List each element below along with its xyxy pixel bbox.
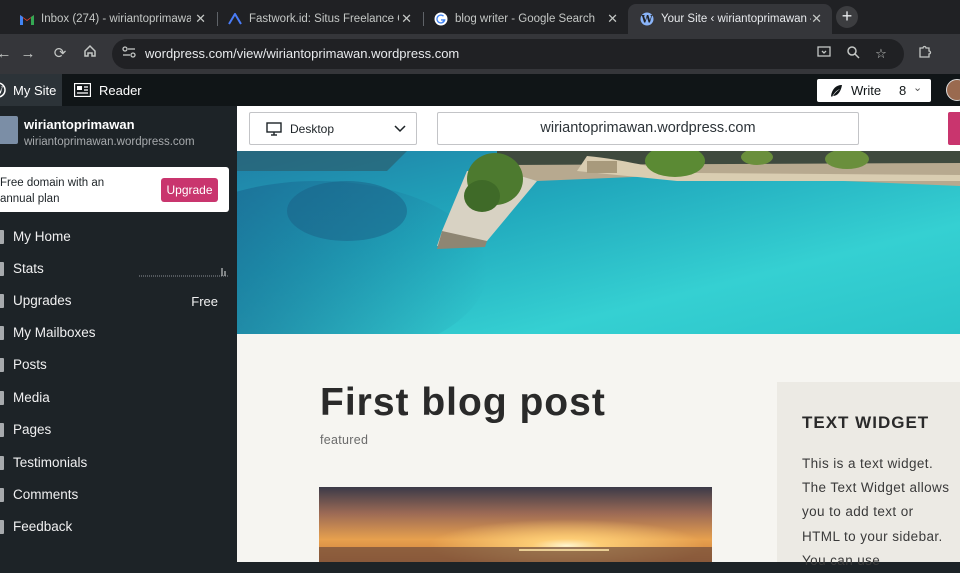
gmail-icon bbox=[20, 14, 34, 25]
install-app-icon[interactable] bbox=[815, 45, 833, 63]
sidebar-item-label: My Mailboxes bbox=[13, 325, 96, 340]
forward-icon[interactable]: → bbox=[18, 44, 38, 64]
sidebar-item-label: Posts bbox=[13, 357, 47, 372]
back-icon[interactable]: ← bbox=[0, 44, 14, 64]
new-tab-button[interactable]: + bbox=[836, 6, 858, 28]
sidebar-widget: TEXT WIDGET This is a text widget. The T… bbox=[777, 382, 960, 568]
site-icon[interactable] bbox=[0, 116, 18, 144]
bookmark-star-icon[interactable]: ☆ bbox=[872, 45, 890, 63]
chevron-down-icon bbox=[394, 125, 406, 133]
site-preview-content: First blog post featured TEXT WIDGET Thi… bbox=[237, 334, 960, 568]
stats-sparkline bbox=[139, 268, 229, 277]
sidebar-item-label: Media bbox=[13, 390, 50, 405]
tab-title: Fastwork.id: Situs Freelance Onl bbox=[249, 13, 399, 25]
widget-text: This is a text widget. The Text Widget a… bbox=[802, 456, 950, 568]
pages-icon bbox=[0, 423, 4, 437]
posts-icon bbox=[0, 358, 4, 372]
tab-title: Inbox (274) - wiriantoprimawan bbox=[41, 13, 191, 25]
chevron-down-icon[interactable]: ⌄ bbox=[913, 81, 922, 94]
sidebar-item-media[interactable]: Media bbox=[0, 382, 237, 414]
sidebar-item-my-home[interactable]: My Home bbox=[0, 221, 237, 253]
reader-label: Reader bbox=[99, 82, 142, 98]
sidebar-item-my-mailboxes[interactable]: My Mailboxes bbox=[0, 317, 237, 349]
extensions-icon[interactable] bbox=[915, 44, 935, 64]
preview-toolbar: Desktop wiriantoprimawan.wordpress.com bbox=[237, 106, 960, 151]
fastwork-icon bbox=[228, 13, 242, 25]
feedback-icon bbox=[0, 520, 4, 534]
close-tab-icon[interactable]: ✕ bbox=[811, 11, 822, 27]
close-tab-icon[interactable]: ✕ bbox=[195, 11, 206, 27]
wp-admin-bar: W My Site Reader Write 8 ⌄ bbox=[0, 74, 960, 106]
browser-tab-bar: Inbox (274) - wiriantoprimawan ✕ Fastwor… bbox=[0, 0, 960, 34]
feather-pen-icon bbox=[831, 84, 842, 97]
mail-icon bbox=[0, 326, 4, 340]
site-settings-icon[interactable] bbox=[120, 45, 138, 63]
wordpress-icon: W bbox=[640, 12, 654, 26]
tab-google[interactable]: blog writer - Google Search ✕ bbox=[422, 4, 628, 34]
my-site-button[interactable]: W My Site bbox=[0, 74, 62, 106]
post-category[interactable]: featured bbox=[320, 433, 368, 447]
upsell-text: Free domain with an annual plan bbox=[0, 177, 105, 205]
desktop-icon bbox=[266, 122, 282, 136]
upsell-banner: Free domain with an annual plan Upgrade bbox=[0, 167, 229, 212]
avatar[interactable] bbox=[946, 79, 960, 101]
write-label: Write bbox=[851, 83, 882, 98]
testimonials-icon bbox=[0, 456, 4, 470]
visit-site-button[interactable] bbox=[948, 112, 960, 145]
sidebar-item-label: Pages bbox=[13, 422, 52, 437]
sidebar-item-label: Upgrades bbox=[13, 293, 72, 308]
tab-title: blog writer - Google Search bbox=[455, 13, 595, 25]
home-icon bbox=[0, 230, 4, 244]
sidebar-item-label: Feedback bbox=[13, 519, 73, 534]
sidebar-item-label: Comments bbox=[13, 487, 79, 502]
sidebar-item-label: My Home bbox=[13, 229, 71, 244]
widget-title: TEXT WIDGET bbox=[802, 413, 930, 432]
reload-icon[interactable]: ⟳ bbox=[50, 44, 70, 64]
upgrade-button[interactable]: Upgrade bbox=[161, 178, 218, 202]
browser-toolbar: ← → ⟳ wordpress.com/view/wiriantoprimawa… bbox=[0, 34, 960, 74]
sidebar-item-label: Stats bbox=[13, 261, 44, 276]
comments-icon bbox=[0, 488, 4, 502]
google-icon bbox=[434, 12, 448, 26]
address-bar[interactable]: wordpress.com/view/wiriantoprimawan.word… bbox=[112, 39, 904, 69]
post-title[interactable]: First blog post bbox=[320, 381, 606, 425]
header-image bbox=[237, 151, 960, 334]
close-tab-icon[interactable]: ✕ bbox=[607, 11, 618, 27]
my-site-label: My Site bbox=[13, 82, 57, 98]
sidebar-item-testimonials[interactable]: Testimonials bbox=[0, 447, 237, 479]
upgrades-icon bbox=[0, 294, 4, 308]
sidebar-item-label: Testimonials bbox=[13, 455, 88, 470]
sidebar-item-stats[interactable]: Stats bbox=[0, 253, 237, 285]
reader-button[interactable]: Reader bbox=[74, 74, 142, 106]
sidebar: wiriantoprimawan wiriantoprimawan.wordpr… bbox=[0, 106, 237, 562]
sidebar-item-upgrades[interactable]: Upgrades Free bbox=[0, 285, 237, 317]
media-icon bbox=[0, 391, 4, 405]
post-featured-image[interactable] bbox=[319, 487, 712, 562]
svg-text:W: W bbox=[640, 15, 653, 26]
reader-icon bbox=[74, 83, 91, 97]
sidebar-item-posts[interactable]: Posts bbox=[0, 349, 237, 381]
site-name[interactable]: wiriantoprimawan bbox=[24, 117, 135, 132]
close-tab-icon[interactable]: ✕ bbox=[401, 11, 412, 27]
sidebar-item-comments[interactable]: Comments bbox=[0, 479, 237, 511]
site-url[interactable]: wiriantoprimawan.wordpress.com bbox=[24, 136, 195, 148]
tab-fastwork[interactable]: Fastwork.id: Situs Freelance Onl ✕ bbox=[216, 4, 422, 34]
tab-title: Your Site ‹ wiriantoprimawan — bbox=[661, 13, 811, 25]
preview-url[interactable]: wiriantoprimawan.wordpress.com bbox=[437, 112, 859, 145]
tab-gmail[interactable]: Inbox (274) - wiriantoprimawan ✕ bbox=[8, 4, 216, 34]
wordpress-logo-icon: W bbox=[0, 82, 6, 98]
zoom-icon[interactable] bbox=[844, 45, 862, 63]
tab-wordpress[interactable]: W Your Site ‹ wiriantoprimawan — ✕ bbox=[628, 4, 832, 34]
sidebar-item-pages[interactable]: Pages bbox=[0, 414, 237, 446]
notification-count: 8 bbox=[899, 83, 907, 98]
home-icon[interactable] bbox=[80, 44, 100, 64]
sidebar-item-feedback[interactable]: Feedback bbox=[0, 511, 237, 543]
write-button[interactable]: Write 8 ⌄ bbox=[817, 79, 931, 102]
device-selector[interactable]: Desktop bbox=[249, 112, 417, 145]
stats-icon bbox=[0, 262, 4, 276]
plan-badge: Free bbox=[191, 294, 218, 309]
device-label: Desktop bbox=[290, 122, 335, 136]
url-text: wordpress.com/view/wiriantoprimawan.word… bbox=[145, 46, 460, 61]
